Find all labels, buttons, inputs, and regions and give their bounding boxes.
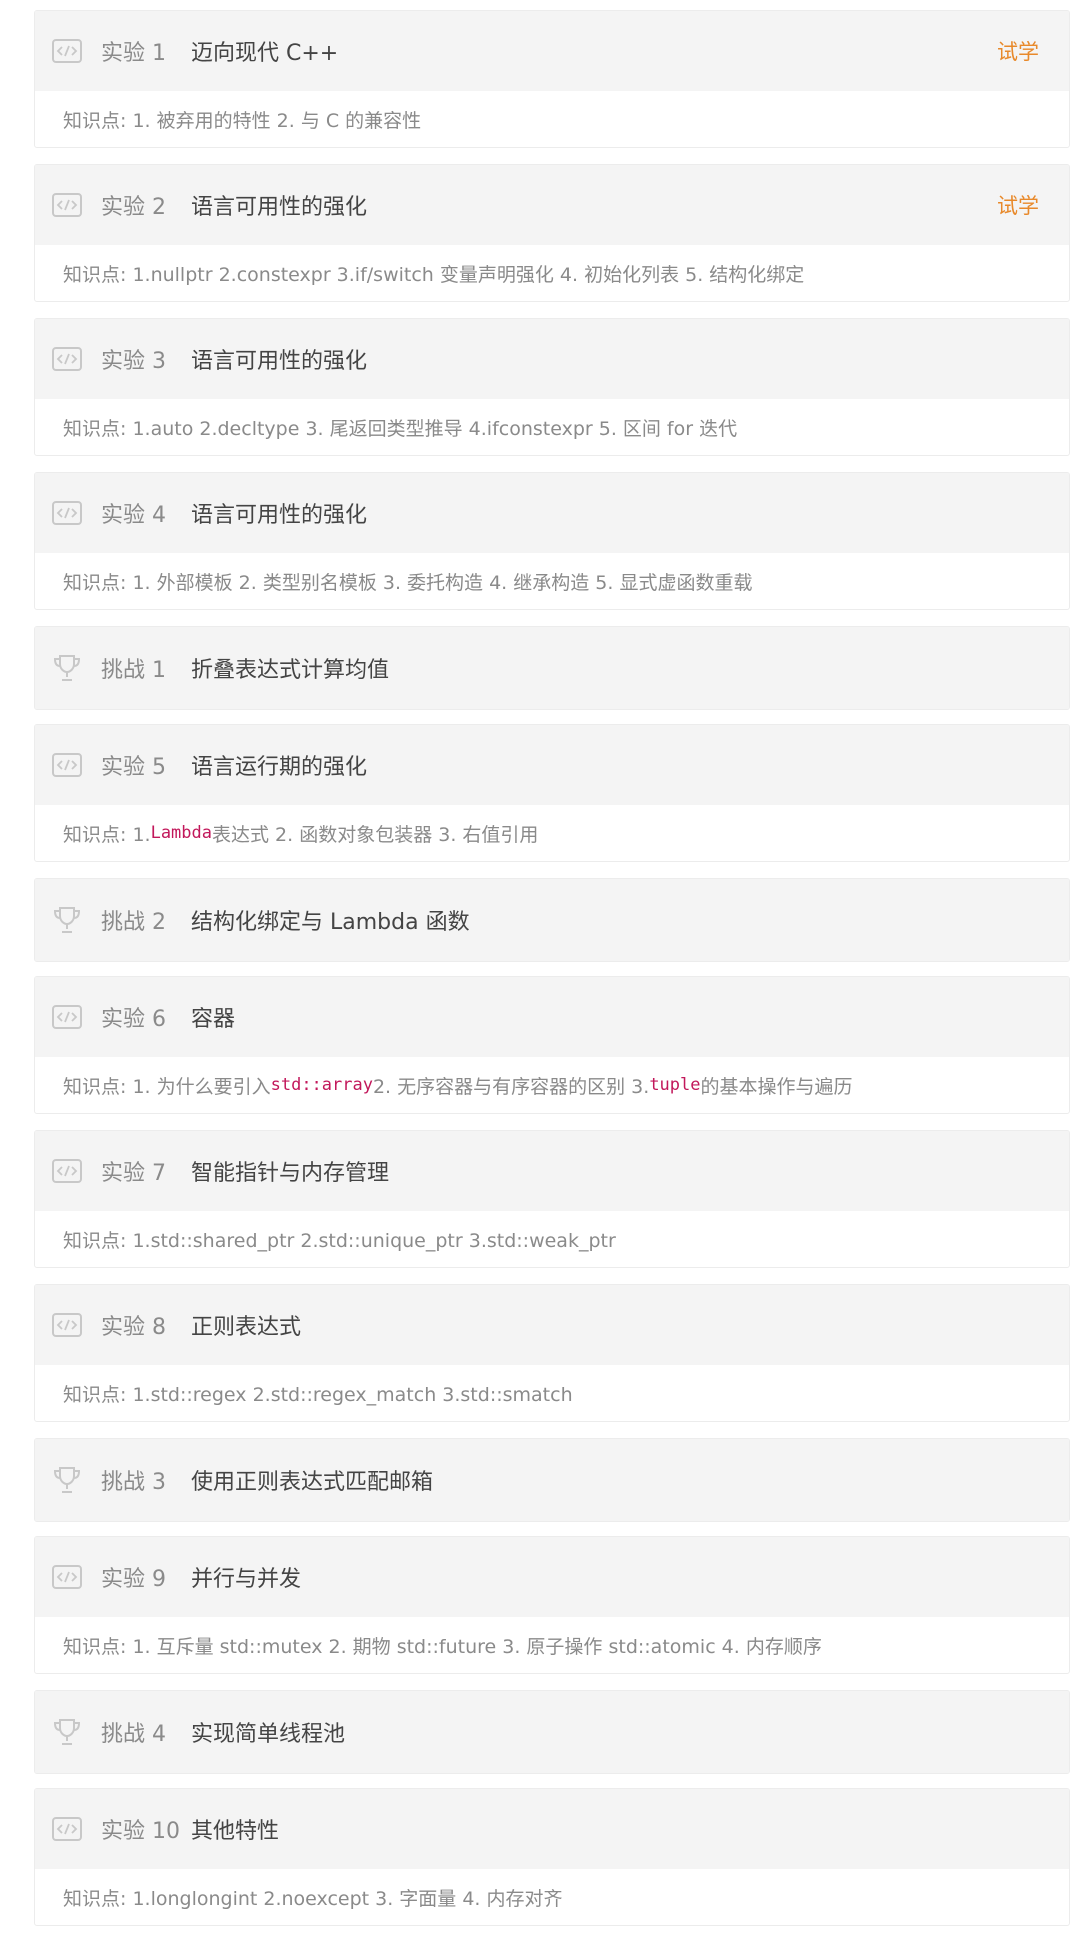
lab-title: 语言可用性的强化 xyxy=(191,503,368,528)
knowledge-points: 知识点: 1.nullptr 2.constexpr 3.if/switch 变… xyxy=(63,263,805,286)
lab-header[interactable]: 实验 3 语言可用性的强化 xyxy=(35,319,1069,399)
lab-header[interactable]: 实验 7 智能指针与内存管理 xyxy=(35,1131,1069,1211)
inline-code: std::array xyxy=(270,1075,373,1095)
lab-number: 实验 5 xyxy=(101,755,166,780)
code-icon xyxy=(51,192,83,218)
lab-header[interactable]: 实验 1 迈向现代 C++ 试学 xyxy=(35,11,1069,91)
lab-number: 实验 4 xyxy=(101,503,166,528)
course-outline: 实验 1 迈向现代 C++ 试学 知识点: 1. 被弃用的特性 2. 与 C 的… xyxy=(0,0,1080,1953)
points-text: 表达式 2. 函数对象包装器 3. 右值引用 xyxy=(212,823,539,846)
code-icon xyxy=(51,346,83,372)
trial-link[interactable]: 试学 xyxy=(997,36,1039,66)
lab-header[interactable]: 实验 10 其他特性 xyxy=(35,1789,1069,1869)
inline-code: tuple xyxy=(649,1075,701,1095)
lab-header[interactable]: 实验 8 正则表达式 xyxy=(35,1285,1069,1365)
trial-link[interactable]: 试学 xyxy=(997,190,1039,220)
lab-number: 实验 9 xyxy=(101,1567,166,1592)
challenge-title: 实现简单线程池 xyxy=(191,1722,346,1747)
knowledge-points: 知识点: 1.auto 2.decltype 3. 尾返回类型推导 4.ifco… xyxy=(63,417,738,440)
lab-header[interactable]: 实验 6 容器 xyxy=(35,977,1069,1057)
lab-card-7[interactable]: 实验 7 智能指针与内存管理 知识点: 1.std::shared_ptr 2.… xyxy=(34,1130,1070,1268)
lab-header[interactable]: 实验 4 语言可用性的强化 xyxy=(35,473,1069,553)
challenge-header[interactable]: 挑战 4 实现简单线程池 xyxy=(35,1691,1069,1773)
lab-card-9[interactable]: 实验 9 并行与并发 知识点: 1. 互斥量 std::mutex 2. 期物 … xyxy=(34,1536,1070,1674)
knowledge-points: 知识点: 1.std::shared_ptr 2.std::unique_ptr… xyxy=(63,1229,616,1252)
code-icon xyxy=(51,1004,83,1030)
knowledge-points: 知识点: 1. 被弃用的特性 2. 与 C 的兼容性 xyxy=(63,109,422,132)
challenge-number: 挑战 2 xyxy=(101,910,166,935)
lab-header[interactable]: 实验 9 并行与并发 xyxy=(35,1537,1069,1617)
challenge-title: 使用正则表达式匹配邮箱 xyxy=(191,1470,434,1495)
lab-card-4[interactable]: 实验 4 语言可用性的强化 知识点: 1. 外部模板 2. 类型别名模板 3. … xyxy=(34,472,1070,610)
trophy-icon xyxy=(51,655,83,681)
points-text: 知识点: 1. 为什么要引入 xyxy=(63,1075,271,1098)
lab-card-3[interactable]: 实验 3 语言可用性的强化 知识点: 1.auto 2.decltype 3. … xyxy=(34,318,1070,456)
trophy-icon xyxy=(51,907,83,933)
lab-card-8[interactable]: 实验 8 正则表达式 知识点: 1.std::regex 2.std::rege… xyxy=(34,1284,1070,1422)
challenge-number: 挑战 4 xyxy=(101,1722,166,1747)
code-icon xyxy=(51,38,83,64)
challenge-header[interactable]: 挑战 1 折叠表达式计算均值 xyxy=(35,627,1069,709)
challenge-card-2[interactable]: 挑战 2 结构化绑定与 Lambda 函数 xyxy=(34,878,1070,962)
knowledge-points: 知识点: 1. 外部模板 2. 类型别名模板 3. 委托构造 4. 继承构造 5… xyxy=(63,571,753,594)
knowledge-points: 知识点: 1. Lambda 表达式 2. 函数对象包装器 3. 右值引用 xyxy=(35,805,1069,861)
lab-card-6[interactable]: 实验 6 容器 知识点: 1. 为什么要引入 std::array 2. 无序容… xyxy=(34,976,1070,1114)
knowledge-points: 知识点: 1. 互斥量 std::mutex 2. 期物 std::future… xyxy=(63,1635,822,1658)
lab-number: 实验 8 xyxy=(101,1315,166,1340)
challenge-card-1[interactable]: 挑战 1 折叠表达式计算均值 xyxy=(34,626,1070,710)
challenge-number: 挑战 3 xyxy=(101,1470,166,1495)
code-icon xyxy=(51,1816,83,1842)
points-text: 知识点: 1. xyxy=(63,823,151,846)
lab-number: 实验 1 xyxy=(101,41,166,66)
trophy-icon xyxy=(51,1467,83,1493)
lab-title: 语言运行期的强化 xyxy=(191,755,368,780)
lab-card-1[interactable]: 实验 1 迈向现代 C++ 试学 知识点: 1. 被弃用的特性 2. 与 C 的… xyxy=(34,10,1070,148)
challenge-title: 结构化绑定与 Lambda 函数 xyxy=(191,910,470,935)
lab-title: 智能指针与内存管理 xyxy=(191,1161,390,1186)
lab-number: 实验 7 xyxy=(101,1161,166,1186)
code-icon xyxy=(51,1564,83,1590)
lab-title: 语言可用性的强化 xyxy=(191,195,368,220)
lab-card-5[interactable]: 实验 5 语言运行期的强化 知识点: 1. Lambda 表达式 2. 函数对象包… xyxy=(34,724,1070,862)
lab-header[interactable]: 实验 5 语言运行期的强化 xyxy=(35,725,1069,805)
lab-title: 语言可用性的强化 xyxy=(191,349,368,374)
knowledge-points: 知识点: 1. 为什么要引入 std::array 2. 无序容器与有序容器的区… xyxy=(35,1057,1069,1113)
lab-number: 实验 3 xyxy=(101,349,166,374)
points-text: 2. 无序容器与有序容器的区别 3. xyxy=(372,1075,650,1098)
lab-title: 迈向现代 C++ xyxy=(191,41,339,66)
code-icon xyxy=(51,500,83,526)
challenge-title: 折叠表达式计算均值 xyxy=(191,658,390,683)
code-icon xyxy=(51,1312,83,1338)
knowledge-points: 知识点: 1.longlongint 2.noexcept 3. 字面量 4. … xyxy=(63,1887,563,1910)
challenge-card-4[interactable]: 挑战 4 实现简单线程池 xyxy=(34,1690,1070,1774)
challenge-header[interactable]: 挑战 3 使用正则表达式匹配邮箱 xyxy=(35,1439,1069,1521)
challenge-number: 挑战 1 xyxy=(101,658,166,683)
challenge-card-3[interactable]: 挑战 3 使用正则表达式匹配邮箱 xyxy=(34,1438,1070,1522)
lab-card-2[interactable]: 实验 2 语言可用性的强化 试学 知识点: 1.nullptr 2.conste… xyxy=(34,164,1070,302)
lab-title: 并行与并发 xyxy=(191,1567,302,1592)
lab-title: 容器 xyxy=(191,1007,236,1032)
lab-title: 其他特性 xyxy=(191,1819,280,1844)
code-icon xyxy=(51,1158,83,1184)
lab-number: 实验 10 xyxy=(101,1819,180,1844)
lab-number: 实验 6 xyxy=(101,1007,166,1032)
lab-title: 正则表达式 xyxy=(191,1315,302,1340)
trophy-icon xyxy=(51,1719,83,1745)
knowledge-points: 知识点: 1.std::regex 2.std::regex_match 3.s… xyxy=(63,1383,573,1406)
challenge-header[interactable]: 挑战 2 结构化绑定与 Lambda 函数 xyxy=(35,879,1069,961)
points-text: 的基本操作与遍历 xyxy=(700,1075,853,1098)
code-icon xyxy=(51,752,83,778)
lab-header[interactable]: 实验 2 语言可用性的强化 试学 xyxy=(35,165,1069,245)
lab-number: 实验 2 xyxy=(101,195,166,220)
inline-code: Lambda xyxy=(150,823,212,843)
lab-card-10[interactable]: 实验 10 其他特性 知识点: 1.longlongint 2.noexcept… xyxy=(34,1788,1070,1926)
